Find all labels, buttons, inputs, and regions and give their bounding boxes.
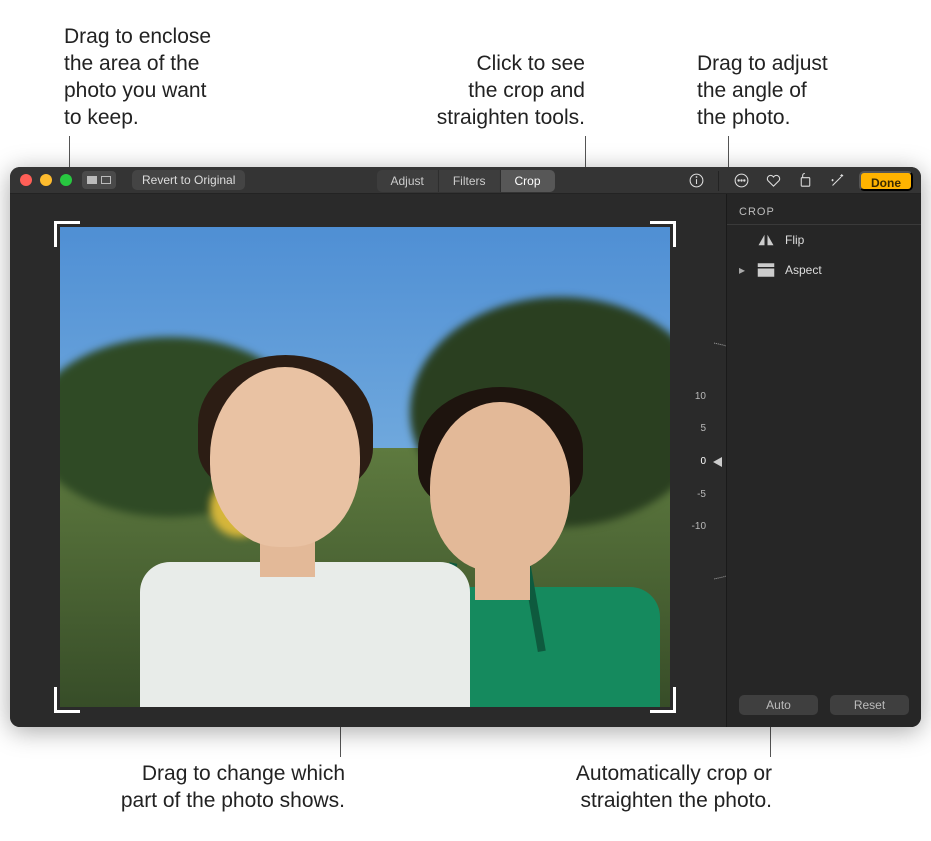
- info-icon[interactable]: [686, 171, 706, 191]
- favorite-heart-icon[interactable]: [763, 171, 783, 191]
- callout-bottom-right: Automatically crop orstraighten the phot…: [497, 760, 772, 814]
- photo-canvas: 10 5 0 -5 -10: [10, 194, 726, 727]
- minimize-window-button[interactable]: [40, 174, 52, 186]
- tab-adjust[interactable]: Adjust: [376, 170, 438, 192]
- reset-crop-button[interactable]: Reset: [830, 695, 909, 715]
- callout-top-left: Drag to enclosethe area of thephoto you …: [64, 23, 244, 131]
- aspect-icon: [757, 263, 775, 277]
- dial-tick-label: -5: [697, 489, 706, 500]
- window-traffic-lights: [20, 174, 72, 186]
- photo-content: [140, 367, 480, 707]
- photo-crop-region[interactable]: [60, 227, 670, 707]
- dial-tick-label: 0: [700, 456, 706, 467]
- crop-handle-bottom-right[interactable]: [650, 687, 676, 713]
- rotate-icon[interactable]: [795, 171, 815, 191]
- zoom-window-button[interactable]: [60, 174, 72, 186]
- crop-handle-top-right[interactable]: [650, 221, 676, 247]
- crop-aspect-row[interactable]: ▸ Aspect: [727, 255, 921, 285]
- callout-line: [585, 136, 586, 171]
- aspect-label: Aspect: [785, 263, 822, 277]
- flip-label: Flip: [785, 233, 804, 247]
- dial-pointer-icon: [713, 457, 722, 467]
- straighten-angle-dial[interactable]: 10 5 0 -5 -10: [662, 351, 724, 571]
- window-titlebar: Revert to Original Adjust Filters Crop: [10, 167, 921, 194]
- flip-icon: [757, 233, 775, 247]
- close-window-button[interactable]: [20, 174, 32, 186]
- panel-spacer: [727, 285, 921, 685]
- compare-icon: [87, 176, 97, 184]
- dial-tick-label: 10: [695, 391, 706, 402]
- auto-crop-button[interactable]: Auto: [739, 695, 818, 715]
- chevron-right-icon: ▸: [739, 263, 747, 277]
- crop-handle-top-left[interactable]: [54, 221, 80, 247]
- callout-bottom-left: Drag to change whichpart of the photo sh…: [65, 760, 345, 814]
- photos-edit-window: Revert to Original Adjust Filters Crop: [10, 167, 921, 727]
- done-button[interactable]: Done: [859, 171, 913, 191]
- more-icon[interactable]: [731, 171, 751, 191]
- crop-flip-row[interactable]: Flip: [727, 225, 921, 255]
- dial-tick-label: -10: [692, 521, 706, 532]
- panel-title: CROP: [727, 194, 921, 225]
- compare-view-toggle[interactable]: [82, 171, 116, 189]
- panel-footer: Auto Reset: [727, 685, 921, 727]
- tab-filters[interactable]: Filters: [439, 170, 501, 192]
- callout-top-right: Drag to adjustthe angle ofthe photo.: [697, 50, 867, 131]
- edit-mode-tabs: Adjust Filters Crop: [376, 170, 554, 192]
- dial-tick-label: 5: [700, 423, 706, 434]
- crop-handle-bottom-left[interactable]: [54, 687, 80, 713]
- titlebar-right-tools: Done: [686, 167, 913, 194]
- revert-to-original-button[interactable]: Revert to Original: [132, 170, 245, 190]
- compare-icon: [101, 176, 111, 184]
- crop-side-panel: CROP Flip ▸ Aspect Auto Reset: [726, 194, 921, 727]
- callout-top-mid: Click to seethe crop andstraighten tools…: [390, 50, 585, 131]
- tab-crop[interactable]: Crop: [501, 170, 555, 192]
- toolbar-divider: [718, 171, 719, 191]
- auto-enhance-wand-icon[interactable]: [827, 171, 847, 191]
- callout-line: [770, 722, 771, 757]
